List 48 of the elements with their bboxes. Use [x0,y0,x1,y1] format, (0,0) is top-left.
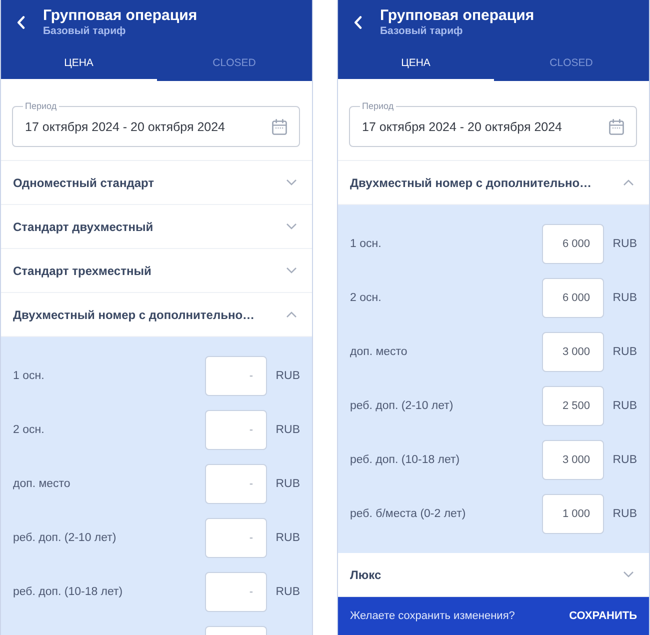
price-input[interactable]: - [205,356,267,396]
date-field[interactable]: Период 17 октября 2024 - 20 октября 2024 [349,101,637,147]
price-label: доп. место [350,346,408,358]
price-input[interactable]: - [205,518,267,558]
price-label: реб. доп. (2-10 лет) [13,532,116,544]
price-input[interactable]: 1 000 [542,494,604,534]
currency-label: RUB [275,532,300,544]
currency-label: RUB [275,424,300,436]
save-button[interactable]: СОХРАНИТЬ [569,610,637,622]
back-icon[interactable] [17,16,25,29]
date-field[interactable]: Период 17 октября 2024 - 20 октября 2024 [12,101,300,147]
currency-label: RUB [612,292,637,304]
price-label: реб. доп. (10-18 лет) [350,454,460,466]
screen-title: Групповая операция [380,7,534,24]
price-label: реб. б/места (0-2 лет) [350,508,466,520]
price-input[interactable]: 3 000 [542,440,604,480]
price-input[interactable]: 2 500 [542,386,604,426]
screen-title: Групповая операция [43,7,198,24]
currency-label: RUB [612,508,637,520]
price-input[interactable]: 6 000 [542,224,604,264]
calendar-icon[interactable] [609,119,624,135]
currency-label: RUB [275,370,300,382]
currency-label: RUB [612,238,637,250]
save-prompt: Желаете сохранить изменения? [350,610,515,622]
price-input[interactable]: 3 000 [542,332,604,372]
currency-label: RUB [275,586,300,598]
tab[interactable]: ЦЕНА [338,45,494,81]
currency-label: RUB [275,478,300,490]
screen-subtitle: Базовый тариф [43,24,126,38]
price-label: реб. доп. (2-10 лет) [350,400,454,412]
price-input[interactable] [205,626,267,635]
currency-label: RUB [612,346,637,358]
calendar-icon[interactable] [272,119,287,135]
currency-label: RUB [612,454,637,466]
price-label: 1 осн. [13,370,44,382]
tab[interactable]: ЦЕНА [1,45,156,81]
price-label: 1 осн. [350,238,382,250]
price-input[interactable]: - [205,572,267,612]
price-input[interactable]: - [205,410,267,450]
price-input[interactable]: 6 000 [542,278,604,318]
currency-label: RUB [612,400,637,412]
price-label: 2 осн. [350,292,382,304]
price-label: реб. доп. (10-18 лет) [13,586,123,598]
screen-subtitle: Базовый тариф [380,24,463,38]
back-icon[interactable] [354,16,362,29]
price-input[interactable]: - [205,464,267,504]
price-label: доп. место [13,478,70,490]
price-label: 2 осн. [13,424,44,436]
